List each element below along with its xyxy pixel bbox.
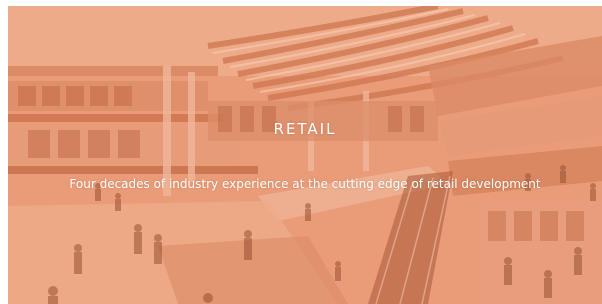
hero-title: RETAIL xyxy=(273,120,337,138)
tint-overlay xyxy=(8,6,602,304)
hero-banner[interactable]: RETAIL Four decades of industry experien… xyxy=(8,6,602,304)
hero-tagline: Four decades of industry experience at t… xyxy=(69,177,541,191)
page: RETAIL Four decades of industry experien… xyxy=(0,0,602,304)
